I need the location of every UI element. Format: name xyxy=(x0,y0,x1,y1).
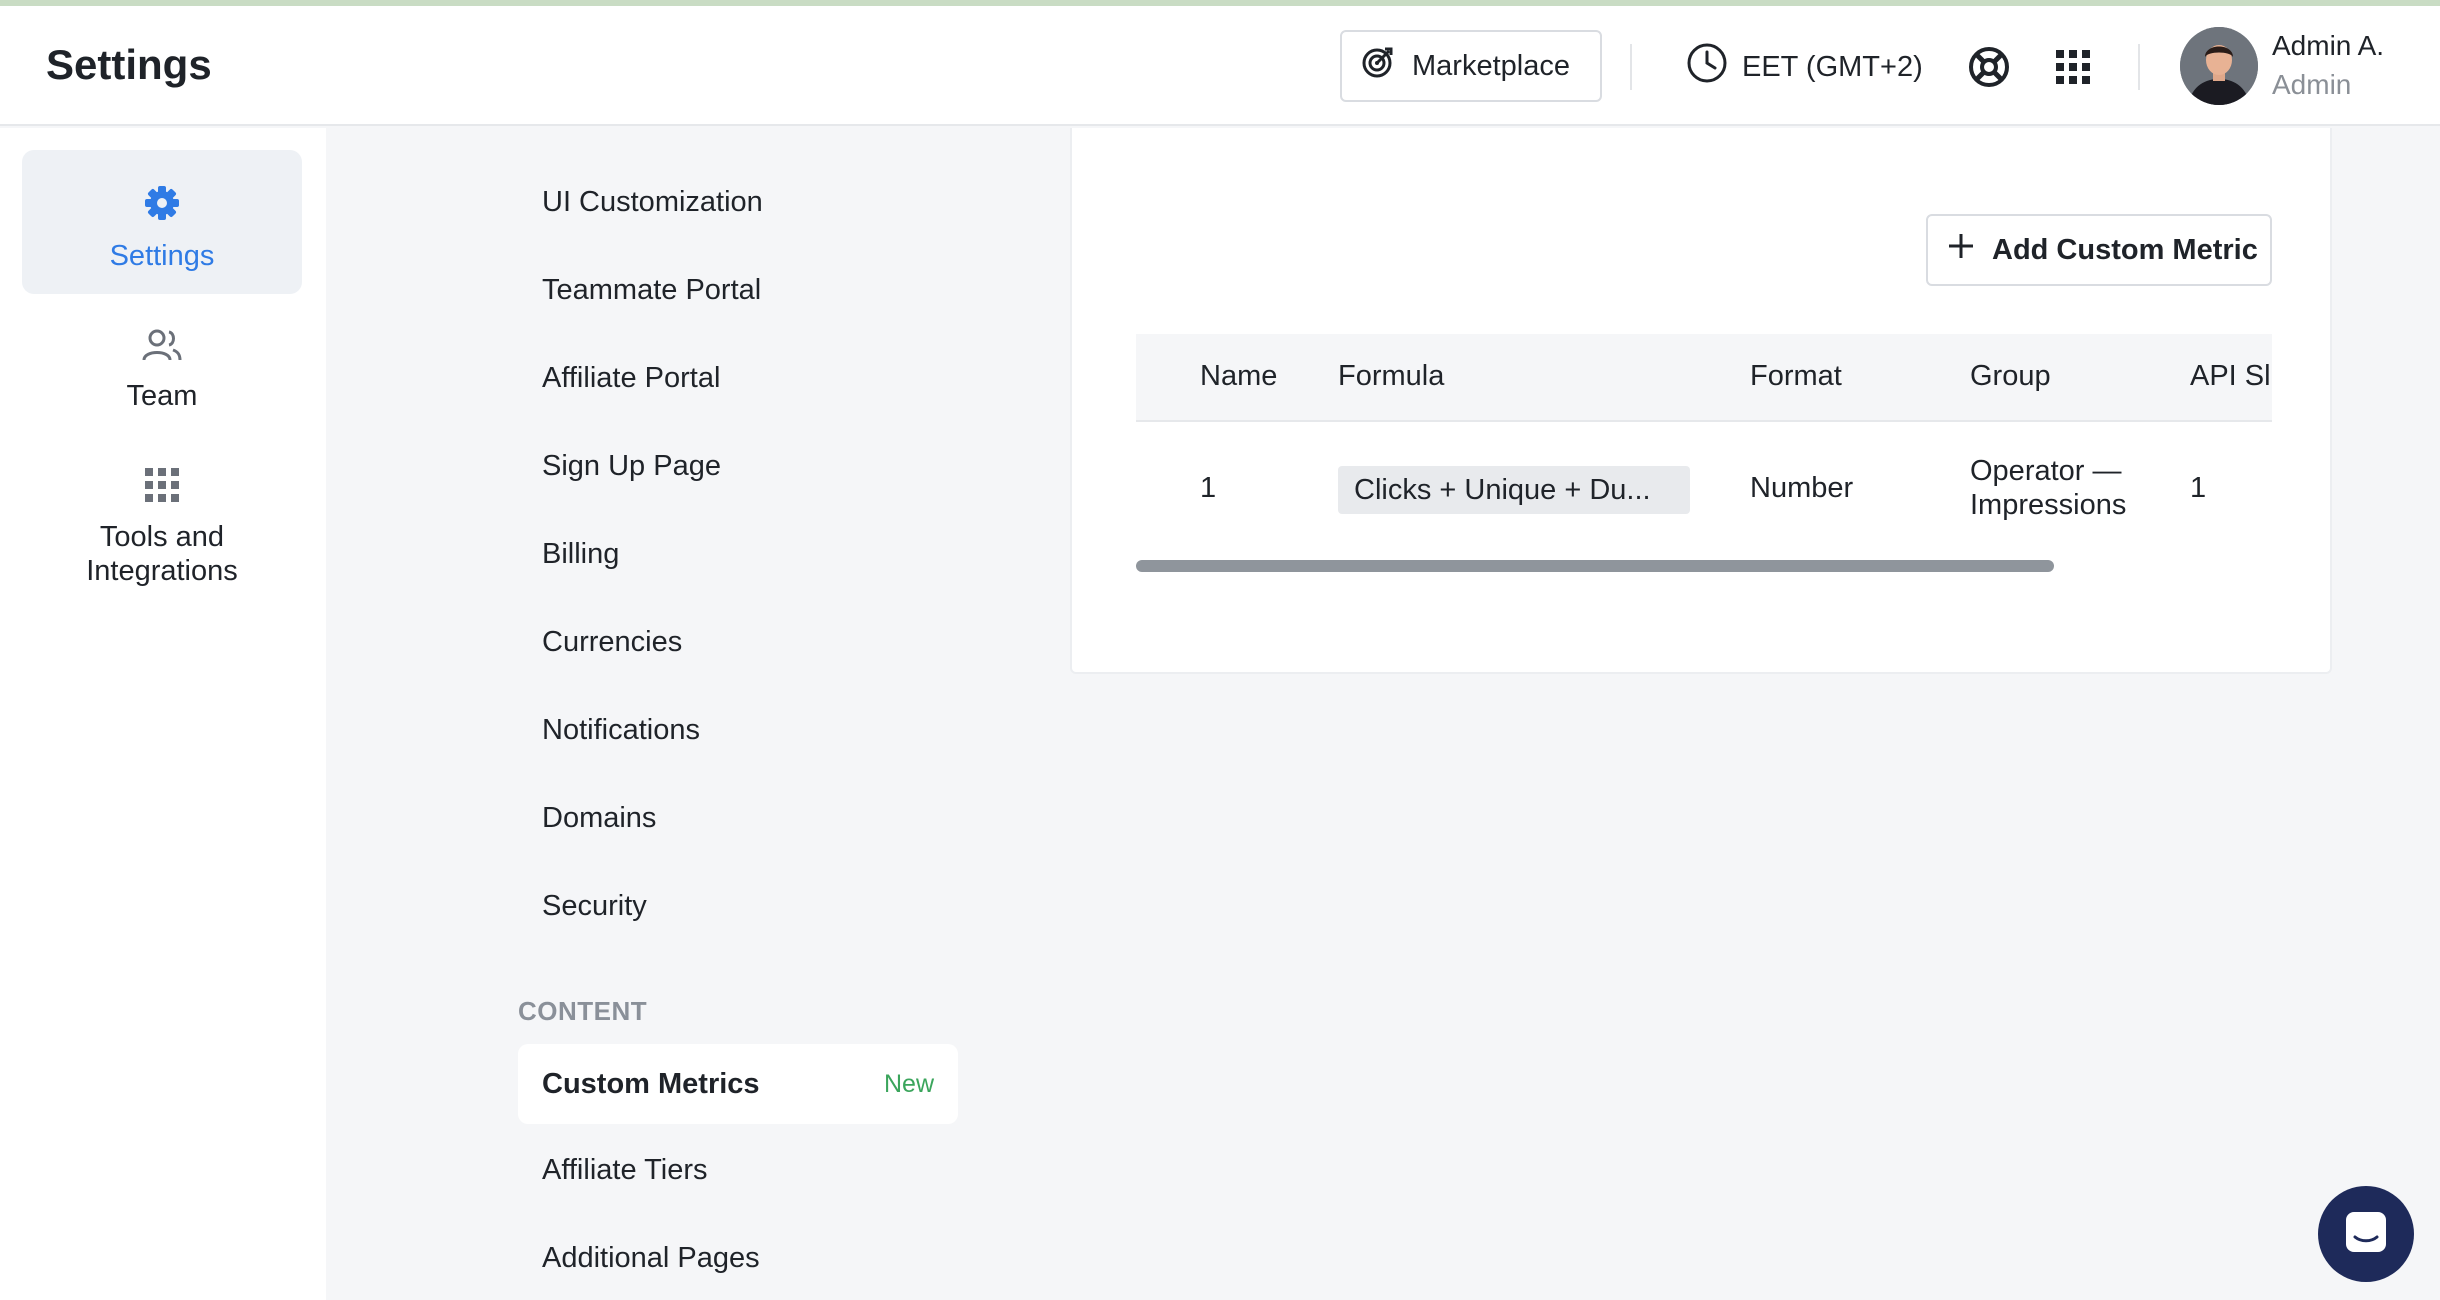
user-name[interactable]: Admin A. xyxy=(2272,30,2384,62)
timezone-label: EET (GMT+2) xyxy=(1742,50,1923,83)
sidebar-item-label: Tools and Integrations xyxy=(86,521,238,587)
cell-api-slug: 1 xyxy=(2190,472,2207,504)
help-lifebuoy-icon[interactable] xyxy=(1968,46,2010,93)
subnav-item-domains[interactable]: Domains xyxy=(542,802,656,835)
subnav-item-additional-pages[interactable]: Additional Pages xyxy=(542,1242,760,1275)
header-divider xyxy=(1630,44,1632,90)
gear-icon xyxy=(22,184,302,230)
metrics-table: Name Formula Format Group API Sl 1 Click… xyxy=(1136,334,2272,590)
cell-group-line1: Operator — xyxy=(1970,455,2122,487)
subnav-item-currencies[interactable]: Currencies xyxy=(542,626,682,659)
subnav-item-affiliate-tiers[interactable]: Affiliate Tiers xyxy=(542,1154,707,1187)
add-custom-metric-button[interactable]: Add Custom Metric xyxy=(1926,214,2272,286)
cell-name: 1 xyxy=(1200,472,1217,504)
column-header-group[interactable]: Group xyxy=(1970,360,2051,393)
timezone-selector[interactable]: EET (GMT+2) xyxy=(1686,42,1923,92)
primary-sidebar: Settings Team Tools and Integrations xyxy=(0,128,326,1300)
subnav-item-label: Custom Metrics xyxy=(542,1067,760,1100)
sidebar-item-tools-integrations[interactable]: Tools and Integrations xyxy=(22,468,302,638)
subnav-item-teammate-portal[interactable]: Teammate Portal xyxy=(542,274,761,307)
avatar[interactable] xyxy=(2180,27,2258,105)
section-label-content: CONTENT xyxy=(518,996,648,1026)
subnav-item-custom-metrics[interactable]: Custom Metrics New xyxy=(518,1044,958,1124)
marketplace-button[interactable]: Marketplace xyxy=(1340,30,1602,102)
subnav-item-security[interactable]: Security xyxy=(542,890,647,923)
people-icon xyxy=(22,328,302,370)
subnav-item-notifications[interactable]: Notifications xyxy=(542,714,700,747)
column-header-name[interactable]: Name xyxy=(1200,360,1277,393)
subnav-item-ui-customization[interactable]: UI Customization xyxy=(542,186,763,219)
sidebar-item-team[interactable]: Team xyxy=(22,328,302,448)
chat-launcher-button[interactable] xyxy=(2318,1186,2414,1282)
table-header: Name Formula Format Group API Sl xyxy=(1136,334,2272,422)
plus-icon xyxy=(1948,233,1974,267)
add-custom-metric-label: Add Custom Metric xyxy=(1992,233,2258,266)
cell-formula-chip: Clicks + Unique + Du... xyxy=(1338,466,1690,514)
user-role: Admin xyxy=(2272,69,2352,100)
settings-subnav: UI Customization Teammate Portal Affilia… xyxy=(326,128,1026,1300)
column-header-format[interactable]: Format xyxy=(1750,360,1842,393)
horizontal-scrollbar[interactable] xyxy=(1136,560,2054,572)
clock-icon xyxy=(1686,42,1728,92)
new-badge: New xyxy=(883,1069,934,1098)
cell-group: Operator — Impressions xyxy=(1970,454,2126,522)
target-icon xyxy=(1360,44,1396,88)
sidebar-item-label: Settings xyxy=(109,240,215,272)
cell-group-line2: Impressions xyxy=(1970,489,2127,521)
sidebar-item-label: Team xyxy=(126,380,198,412)
custom-metrics-card: Add Custom Metric Name Formula Format Gr… xyxy=(1070,128,2332,674)
column-header-api-slug[interactable]: API Sl xyxy=(2190,360,2271,393)
top-header: Settings Marketplace EET (GMT+2) Admin A… xyxy=(0,6,2440,126)
subnav-item-sign-up-page[interactable]: Sign Up Page xyxy=(542,450,721,483)
grid-icon xyxy=(22,468,302,510)
sidebar-item-settings[interactable]: Settings xyxy=(22,150,302,294)
marketplace-label: Marketplace xyxy=(1412,49,1570,82)
column-header-formula[interactable]: Formula xyxy=(1338,360,1444,393)
subnav-item-billing[interactable]: Billing xyxy=(542,538,619,571)
header-divider xyxy=(2138,44,2140,90)
page-title: Settings xyxy=(46,41,212,88)
apps-grid-icon[interactable] xyxy=(2056,50,2090,89)
cell-format: Number xyxy=(1750,472,1854,504)
chat-icon xyxy=(2343,1209,2389,1260)
subnav-item-affiliate-portal[interactable]: Affiliate Portal xyxy=(542,362,720,395)
